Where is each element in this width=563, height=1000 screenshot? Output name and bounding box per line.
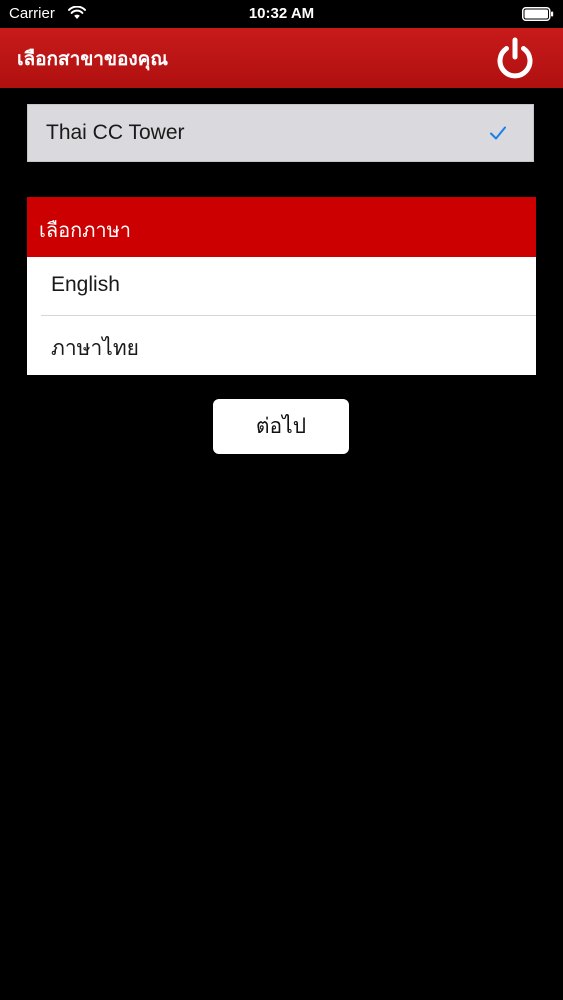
branch-row[interactable]: Thai CC Tower bbox=[27, 104, 534, 162]
clock: 10:32 AM bbox=[248, 5, 315, 22]
page-title: เลือกสาขาของคุณ bbox=[17, 48, 168, 70]
checkmark-icon bbox=[490, 126, 506, 140]
language-list: English ภาษาไทย bbox=[27, 257, 536, 375]
language-option-thai[interactable]: ภาษาไทย bbox=[27, 316, 536, 375]
branch-name: Thai CC Tower bbox=[46, 121, 185, 144]
language-option-label: English bbox=[51, 273, 120, 296]
power-icon bbox=[497, 37, 533, 79]
language-option-label: ภาษาไทย bbox=[51, 336, 139, 360]
next-button[interactable]: ต่อไป bbox=[213, 399, 349, 454]
language-header-label: เลือกภาษา bbox=[39, 218, 132, 242]
nav-bar: เลือกสาขาของคุณ bbox=[0, 28, 563, 88]
status-bar: Carrier 10:32 AM bbox=[0, 0, 563, 28]
language-option-english[interactable]: English bbox=[27, 257, 536, 316]
language-section-header: เลือกภาษา bbox=[27, 197, 536, 257]
battery-icon bbox=[522, 7, 554, 21]
power-button[interactable] bbox=[492, 35, 538, 81]
